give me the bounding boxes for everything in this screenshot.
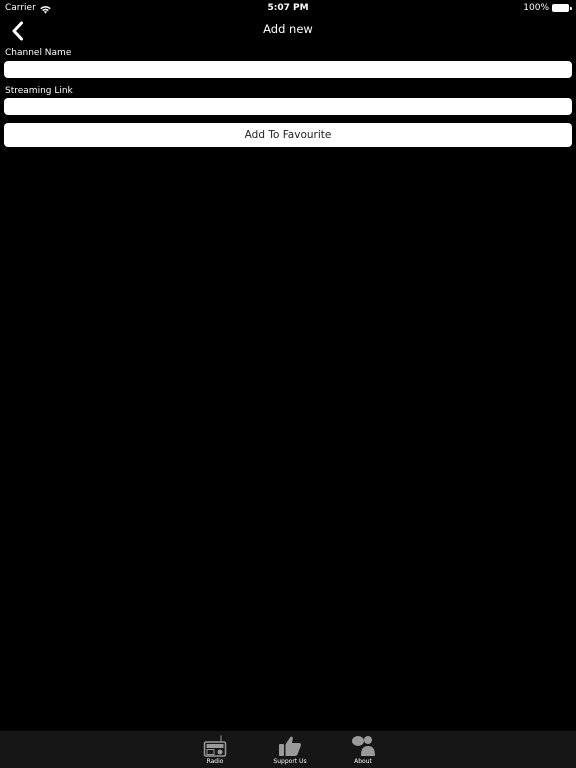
page-title: Add new [263,22,313,36]
status-bar: Carrier 5:07 PM 100% [0,0,576,16]
navigation-bar: Add new [0,16,576,44]
tab-about-label: About [354,758,372,765]
streaming-link-label: Streaming Link [5,86,73,96]
battery-icon [552,4,572,12]
channel-name-input[interactable] [4,61,572,78]
status-time: 5:07 PM [267,3,309,13]
radio-icon [203,735,227,757]
battery-percentage: 100% [523,3,549,13]
tab-bar: Radio Support Us About [0,731,576,768]
tab-support-us-label: Support Us [273,758,307,765]
thumbs-up-icon [278,735,302,757]
people-icon [351,735,375,757]
tab-support-us[interactable]: Support Us [260,731,320,768]
channel-name-label: Channel Name [5,48,72,58]
tab-radio-label: Radio [206,758,224,765]
tab-about[interactable]: About [333,731,393,768]
screen: Carrier 5:07 PM 100% Add new Channel Nam… [0,0,576,768]
streaming-link-input[interactable] [4,98,572,115]
status-right: 100% [523,0,572,16]
add-to-favourite-button[interactable]: Add To Favourite [4,123,572,147]
tab-radio[interactable]: Radio [185,731,245,768]
